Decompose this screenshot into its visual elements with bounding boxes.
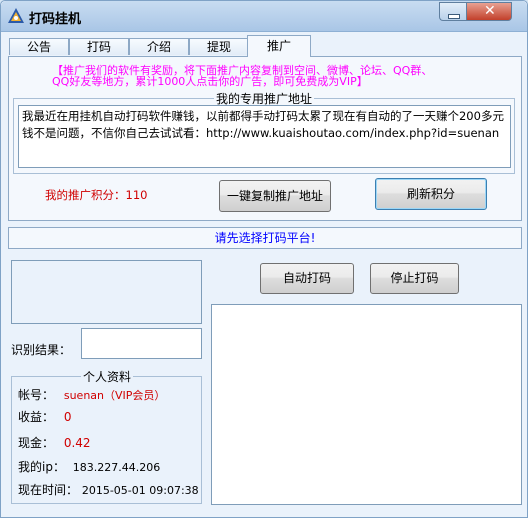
cash-label: 现金： bbox=[18, 436, 55, 450]
auto-captcha-button[interactable]: 自动打码 bbox=[260, 263, 354, 294]
status-message: 请先选择打码平台! bbox=[8, 227, 522, 249]
profile-ip-row: 我的ip： 183.227.44.206 bbox=[18, 458, 160, 475]
income-value: 0 bbox=[63, 410, 72, 424]
profile-cash-row: 现金： 0.42 bbox=[18, 434, 91, 451]
time-value: 2015-05-01 09:07:38 bbox=[81, 484, 199, 497]
tab-promotion[interactable]: 推广 bbox=[247, 35, 311, 57]
close-icon: ✕ bbox=[484, 3, 496, 19]
tab-captcha[interactable]: 打码 bbox=[69, 38, 129, 55]
tab-label: 公告 bbox=[26, 40, 51, 54]
app-logo-icon bbox=[8, 8, 24, 23]
tab-intro[interactable]: 介绍 bbox=[129, 38, 189, 55]
recognition-result-label: 识别结果： bbox=[11, 343, 72, 357]
account-value: suenan（VIP会员） bbox=[63, 389, 166, 402]
window-title: 打码挂机 bbox=[29, 12, 82, 27]
minimize-button[interactable] bbox=[439, 2, 466, 21]
profile-account-row: 帐号： suenan（VIP会员） bbox=[18, 386, 165, 403]
refresh-points-button[interactable]: 刷新积分 bbox=[375, 178, 487, 210]
recognition-result-input[interactable] bbox=[81, 328, 202, 359]
account-label: 帐号： bbox=[18, 388, 55, 402]
profile-time-row: 现在时间： 2015-05-01 09:07:38 bbox=[18, 481, 199, 498]
promo-text-line2: QQ好友等地方，累计1000人点击你的广告，即可免费成为VIP】 bbox=[52, 75, 368, 88]
copy-promo-address-button[interactable]: 一键复制推广地址 bbox=[219, 180, 331, 212]
captcha-image-area bbox=[11, 260, 202, 324]
tab-label: 提现 bbox=[206, 40, 231, 54]
income-label: 收益： bbox=[18, 410, 55, 424]
tab-label: 介绍 bbox=[146, 40, 171, 54]
tab-label: 推广 bbox=[266, 39, 291, 53]
profile-income-row: 收益： 0 bbox=[18, 408, 71, 425]
tab-withdraw[interactable]: 提现 bbox=[189, 38, 249, 55]
close-button[interactable]: ✕ bbox=[466, 2, 512, 21]
app-window: 打码挂机 ✕ 公告 打码 介绍 提现 推广 【推广我们的软件有奖励，将下面推广内… bbox=[0, 0, 528, 518]
tab-announcement[interactable]: 公告 bbox=[9, 38, 69, 55]
ip-value: 183.227.44.206 bbox=[72, 461, 161, 474]
log-output-box[interactable] bbox=[211, 304, 522, 505]
time-label: 现在时间： bbox=[18, 483, 79, 497]
stop-captcha-button[interactable]: 停止打码 bbox=[370, 263, 459, 294]
profile-title: 个人资料 bbox=[81, 368, 134, 385]
promo-text-area[interactable]: 我最近在用挂机自动打码软件赚钱，以前都得手动打码太累了现在有自动的了一天赚个20… bbox=[18, 105, 511, 168]
title-bar[interactable]: 打码挂机 ✕ bbox=[1, 1, 527, 32]
ip-label: 我的ip： bbox=[18, 460, 65, 474]
tab-label: 打码 bbox=[86, 40, 111, 54]
cash-value: 0.42 bbox=[63, 436, 91, 450]
promo-points: 我的推广积分：110 bbox=[45, 188, 148, 202]
